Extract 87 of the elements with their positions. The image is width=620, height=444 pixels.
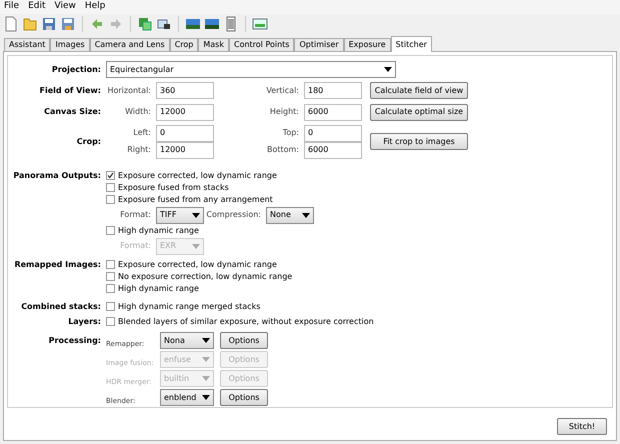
dropdown[interactable]: None [266,206,314,224]
checkbox[interactable] [106,183,115,192]
section-label: Processing: [48,334,101,347]
section-label: Panorama Outputs: [13,170,101,182]
tab[interactable]: Images [50,38,90,51]
section-label: Crop: [76,136,101,148]
checkbox[interactable] [106,171,115,180]
field-label: Width: [125,106,151,118]
checkbox-label: Exposure fused from any arrangement [118,194,273,206]
checkbox[interactable] [106,226,115,236]
save-icon[interactable] [41,16,57,32]
number-field[interactable]: 6000 [304,142,362,159]
menu-item[interactable]: File [4,0,20,14]
caret-icon [202,376,210,382]
field-label: Format: [120,240,151,252]
checkbox-label: Blended layers of similar exposure, without exposure correction [118,316,374,328]
preview-icon[interactable] [252,16,268,32]
caret-icon [384,67,392,72]
caret-icon [202,338,210,344]
caret-icon [192,244,200,249]
options-button[interactable]: Options [220,332,268,350]
projection-dropdown[interactable]: Equirectangular [106,61,396,78]
field-label: Bottom: [266,144,299,156]
field-label: Format: [120,209,151,222]
field-label: Horizontal: [107,84,151,97]
menu-item[interactable]: Help [84,0,106,14]
folder-icon[interactable] [22,16,38,32]
tab[interactable]: Camera and Lens [90,38,170,51]
dropdown[interactable]: Nona [160,332,214,350]
panorama-icon[interactable] [185,16,201,32]
field-label: Top: [282,127,299,140]
dropdown[interactable]: enblend [160,389,214,406]
checkbox-label: High dynamic range merged stacks [118,300,260,313]
tab[interactable]: Exposure [344,38,391,51]
number-field[interactable]: 6000 [304,104,362,121]
field-label: Right: [127,144,151,156]
number-field[interactable]: 12000 [156,142,214,159]
checkbox[interactable] [106,302,115,312]
section-label: Remapped Images: [14,258,101,271]
section-label: Field of View: [40,84,101,97]
checkbox[interactable] [106,284,115,294]
caret-icon [202,357,210,362]
tab[interactable]: Assistant [4,38,50,51]
checkbox-label: Exposure corrected, low dynamic range [118,170,277,182]
dropdown[interactable]: TIFF [156,206,204,224]
tab[interactable]: Crop [170,38,198,51]
calculate-button[interactable]: Calculate field of view [370,82,468,100]
checkbox-label: High dynamic range [118,282,199,295]
menu-item[interactable]: View [54,0,76,14]
field-label: Left: [133,127,151,140]
checkbox-label: Exposure corrected, low dynamic range [118,258,277,271]
caret-icon [202,395,210,400]
number-field[interactable]: 180 [304,82,362,100]
checkmark-icon [107,172,114,180]
checkbox[interactable] [106,317,115,326]
tab[interactable]: Mask [198,38,229,51]
checkbox[interactable] [106,195,115,204]
calculate-button[interactable]: Calculate optimal size [370,104,468,121]
checkbox-label: High dynamic range [118,224,199,237]
checkbox[interactable] [106,272,115,282]
arrow-icon[interactable] [108,16,124,32]
checkbox-label: No exposure correction, low dynamic range [118,270,292,283]
number-field[interactable]: 0 [304,124,362,142]
menu-item[interactable]: Edit [28,0,46,14]
tab[interactable]: Optimiser [294,38,344,51]
section-label: Canvas Size: [44,106,101,118]
panorama-icon[interactable] [204,16,220,32]
options-button[interactable]: Options [220,389,268,406]
stitch-button[interactable]: Stitch! [557,418,607,435]
caret-icon [302,212,310,218]
checkbox-label: Exposure fused from stacks [118,182,229,194]
tab[interactable]: Stitcher [390,36,432,52]
field-label: Vertical: [266,84,299,97]
section-label: Combined stacks: [21,300,101,313]
tab[interactable]: Control Points [228,38,294,51]
section-label: Layers: [68,316,101,328]
document-icon[interactable] [3,16,19,32]
number-field[interactable]: 0 [156,124,214,142]
number-field[interactable]: 12000 [156,104,214,121]
save-icon[interactable] [60,16,76,32]
number-field[interactable]: 360 [156,82,214,100]
checkbox[interactable] [106,260,115,270]
section-label: Projection: [52,64,101,76]
caret-icon [192,212,200,218]
fit-crop-button[interactable]: Fit crop to images [370,133,468,150]
field-label: Height: [270,106,299,118]
field-label: Compression: [206,209,261,222]
